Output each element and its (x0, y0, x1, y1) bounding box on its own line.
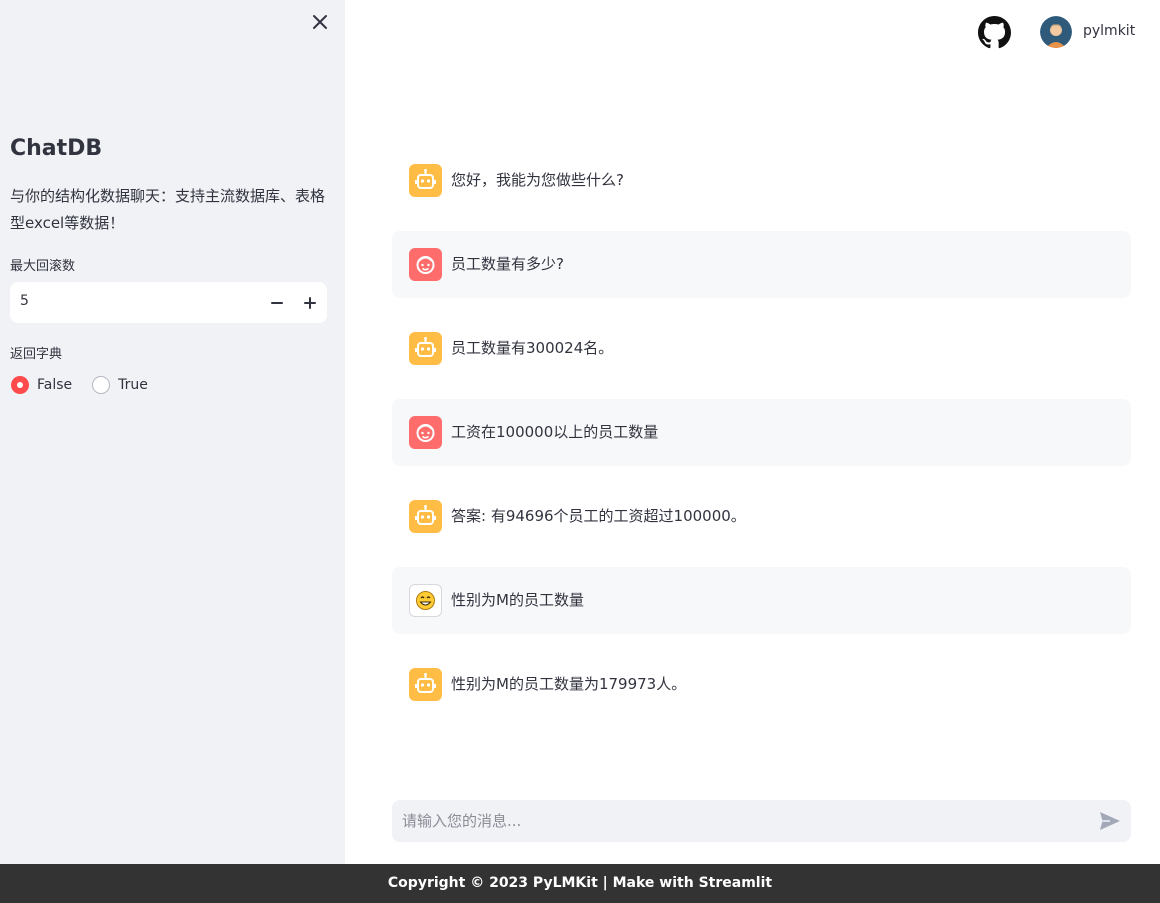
close-icon (313, 15, 327, 29)
chat-input-container (392, 800, 1131, 842)
robot-icon (409, 164, 442, 197)
max-rollback-label: 最大回滚数 (10, 259, 76, 274)
chat-message-user: 工资在100000以上的员工数量 (392, 399, 1131, 466)
chat-input[interactable] (402, 800, 1082, 842)
minus-icon (271, 302, 283, 304)
chat-message-user: 员工数量有多少? (392, 231, 1131, 298)
assistant-avatar (409, 668, 442, 701)
radio-true-label: True (118, 377, 148, 393)
message-text: 性别为M的员工数量 (451, 591, 584, 609)
chat-message-assistant: 您好，我能为您做些什么? (392, 147, 1131, 214)
sidebar-description: 与你的结构化数据聊天：支持主流数据库、表格型excel等数据！ (10, 187, 326, 232)
chat-message-assistant: 员工数量有300024名。 (392, 315, 1131, 382)
plus-icon (304, 297, 316, 309)
message-text: 工资在100000以上的员工数量 (451, 423, 659, 441)
max-rollback-value[interactable]: 5 (20, 293, 29, 309)
message-text: 性别为M的员工数量为179973人。 (451, 675, 687, 693)
increment-button[interactable] (294, 287, 326, 319)
send-icon (1100, 812, 1120, 830)
radio-false-indicator[interactable] (11, 376, 29, 394)
radio-false-label: False (37, 377, 73, 393)
radio-option-false[interactable]: False (11, 376, 72, 394)
message-text: 员工数量有多少? (451, 255, 564, 273)
chat-message-assistant: 答案: 有94696个员工的工资超过100000。 (392, 483, 1131, 550)
max-rollback-input[interactable]: 5 (10, 282, 327, 323)
app-root: ChatDB 与你的结构化数据聊天：支持主流数据库、表格型excel等数据！ 最… (0, 0, 1160, 903)
send-button[interactable] (1099, 811, 1121, 831)
message-text: 答案: 有94696个员工的工资超过100000。 (451, 507, 746, 525)
github-icon (978, 16, 1011, 49)
radio-true-indicator[interactable] (92, 376, 111, 394)
user-avatar[interactable] (1040, 16, 1072, 48)
user-avatar-small (409, 416, 442, 449)
radio-option-true[interactable]: True (92, 376, 148, 394)
user-avatar-small (409, 248, 442, 281)
robot-icon (409, 500, 442, 533)
return-dict-radio-group: False True (11, 374, 168, 396)
chat-message-user: 性别为M的员工数量 (392, 567, 1131, 634)
assistant-avatar (409, 332, 442, 365)
robot-icon (409, 332, 442, 365)
username[interactable]: pylmkit (1083, 23, 1135, 39)
robot-icon (409, 668, 442, 701)
chat-message-assistant: 性别为M的员工数量为179973人。 (392, 651, 1131, 718)
footer-text: Copyright © 2023 PyLMKit | Make with Str… (387, 875, 773, 891)
sidebar-title: ChatDB (10, 136, 103, 161)
user-face-icon (409, 248, 442, 281)
return-dict-label: 返回字典 (10, 347, 63, 362)
footer: Copyright © 2023 PyLMKit | Make with Str… (0, 864, 1160, 903)
decrement-button[interactable] (261, 287, 293, 319)
assistant-avatar (409, 500, 442, 533)
message-text: 员工数量有300024名。 (451, 339, 614, 357)
assistant-avatar (409, 164, 442, 197)
sidebar: ChatDB 与你的结构化数据聊天：支持主流数据库、表格型excel等数据！ 最… (0, 0, 345, 864)
github-link[interactable] (978, 16, 1011, 49)
user-face-icon (409, 416, 442, 449)
avatar-icon (1040, 16, 1072, 48)
sidebar-close-button[interactable] (309, 11, 331, 33)
user-avatar-emoji (409, 584, 442, 617)
message-text: 您好，我能为您做些什么? (451, 171, 624, 189)
grinning-emoji-icon (416, 591, 435, 610)
